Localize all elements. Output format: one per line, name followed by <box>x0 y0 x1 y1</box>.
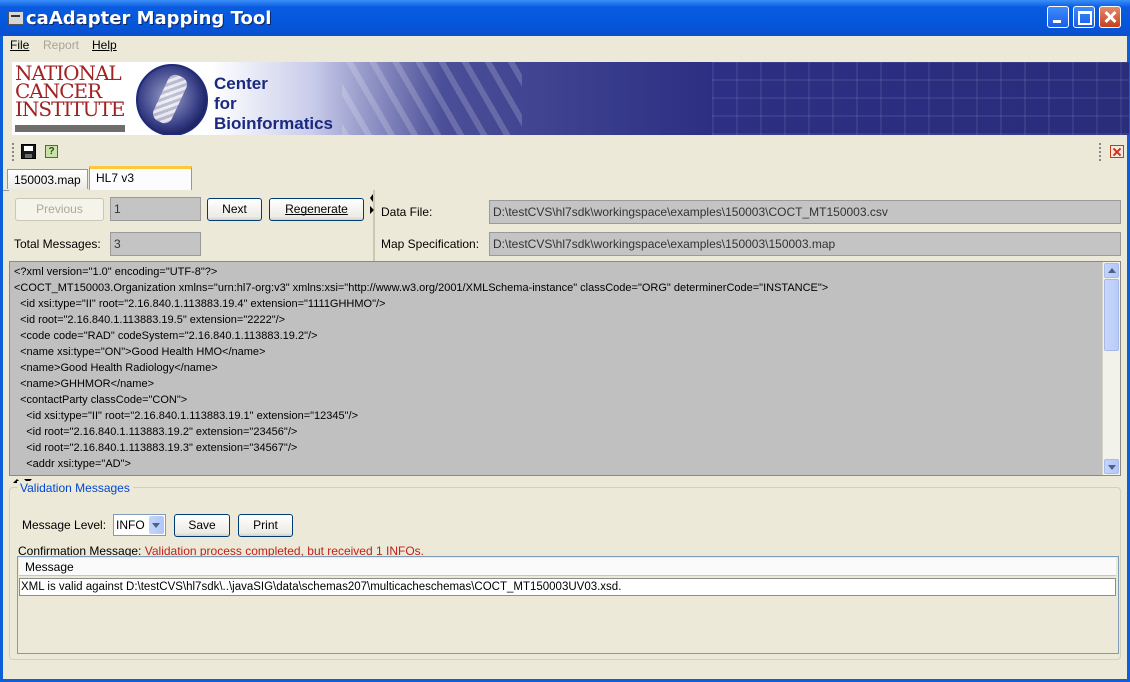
xml-line: <id root="2.16.840.1.113883.19.2" extens… <box>14 426 298 438</box>
window-title: caAdapter Mapping Tool <box>26 8 272 29</box>
scroll-thumb[interactable] <box>1104 279 1119 351</box>
validation-messages-group: Validation Messages Message Level: INFO … <box>9 481 1121 660</box>
total-messages-field: 3 <box>110 232 201 256</box>
table-row[interactable]: XML is valid against D:\testCVS\hl7sdk\.… <box>19 578 1116 596</box>
xml-line: <addr xsi:type="AD"> <box>14 458 131 470</box>
message-level-select[interactable]: INFO <box>113 514 166 536</box>
vertical-splitter[interactable] <box>369 190 377 262</box>
validation-table: Message XML is valid against D:\testCVS\… <box>17 556 1119 654</box>
regenerate-button[interactable]: Regenerate <box>269 198 364 221</box>
xml-line: <name xsi:type="ON">Good Health HMO</nam… <box>14 346 266 358</box>
status-bar <box>3 665 1127 679</box>
tab-strip: 150003.map HL7 v3 Message <box>3 166 1127 204</box>
xml-content: <?xml version="1.0" encoding="UTF-8"?> <… <box>10 262 1120 472</box>
map-spec-field[interactable]: D:\testCVS\hl7sdk\workingspace\examples\… <box>489 232 1121 256</box>
save-icon[interactable] <box>21 144 36 159</box>
help-icon[interactable]: ? <box>45 145 58 158</box>
xml-line: <id xsi:type="II" root="2.16.840.1.11388… <box>14 298 386 310</box>
scroll-down-icon[interactable] <box>1104 459 1119 474</box>
dna-helix-graphic <box>342 62 522 135</box>
toolbar: ? <box>3 140 1127 164</box>
scroll-up-icon[interactable] <box>1104 263 1119 278</box>
message-index-field[interactable]: 1 <box>110 197 201 221</box>
toolbar-grip-right[interactable] <box>1099 143 1101 161</box>
xml-line: <id xsi:type="II" root="2.16.840.1.11388… <box>14 410 358 422</box>
toolbar-grip[interactable] <box>12 143 14 161</box>
message-column-header[interactable]: Message <box>19 558 1116 576</box>
title-bar[interactable]: caAdapter Mapping Tool <box>0 0 1130 36</box>
close-icon[interactable] <box>1110 145 1124 158</box>
menu-file[interactable]: File <box>10 38 29 52</box>
cbiit-logo-icon <box>136 64 208 135</box>
validation-title: Validation Messages <box>17 481 133 495</box>
print-messages-button[interactable]: Print <box>238 514 293 537</box>
message-level-label: Message Level: <box>22 518 107 532</box>
main-window: caAdapter Mapping Tool File Report Help … <box>0 0 1130 682</box>
circuit-graphic <box>712 62 1129 135</box>
map-spec-label: Map Specification: <box>381 237 480 251</box>
xml-line: <name>GHHMOR</name> <box>14 378 155 390</box>
xml-line: <id root="2.16.840.1.113883.19.5" extens… <box>14 314 286 326</box>
tab-hl7-message[interactable]: HL7 v3 Message <box>89 166 192 204</box>
data-file-field[interactable]: D:\testCVS\hl7sdk\workingspace\examples\… <box>489 200 1121 224</box>
close-window-button[interactable] <box>1099 6 1121 28</box>
data-file-label: Data File: <box>381 205 433 219</box>
cbiit-logo-text: Center for Bioinformatics <box>214 74 334 133</box>
previous-button[interactable]: Previous <box>15 198 104 221</box>
splitter-arrows-icon[interactable] <box>369 190 377 262</box>
next-button[interactable]: Next <box>207 198 262 221</box>
xml-line: <code code="RAD" codeSystem="2.16.840.1.… <box>14 330 318 342</box>
total-messages-label: Total Messages: <box>14 237 101 251</box>
xml-line: <contactParty classCode="CON"> <box>14 394 188 406</box>
nci-logo-bar <box>15 125 125 132</box>
header-banner: NATIONAL CANCER INSTITUTE Center for Bio… <box>12 62 1129 135</box>
xml-line: <COCT_MT150003.Organization xmlns="urn:h… <box>14 282 829 294</box>
xml-line: <name>Good Health Radiology</name> <box>14 362 218 374</box>
xml-line: <?xml version="1.0" encoding="UTF-8"?> <box>14 266 218 278</box>
xml-message-viewer[interactable]: <?xml version="1.0" encoding="UTF-8"?> <… <box>9 261 1121 476</box>
message-panel: Previous 1 Next Regenerate Total Message… <box>9 190 1127 670</box>
xml-line: <id root="2.16.840.1.113883.19.3" extens… <box>14 442 298 454</box>
save-messages-button[interactable]: Save <box>174 514 230 537</box>
menu-report[interactable]: Report <box>43 38 79 52</box>
maximize-button[interactable] <box>1073 6 1095 28</box>
menu-help[interactable]: Help <box>92 38 117 52</box>
app-icon[interactable] <box>8 11 24 25</box>
xml-vertical-scrollbar[interactable] <box>1102 262 1120 475</box>
menu-bar: File Report Help <box>3 36 1127 56</box>
chevron-down-icon[interactable] <box>149 516 164 534</box>
minimize-button[interactable] <box>1047 6 1069 28</box>
nci-logo: NATIONAL CANCER INSTITUTE <box>15 62 125 121</box>
tab-map-file[interactable]: 150003.map <box>7 169 88 189</box>
